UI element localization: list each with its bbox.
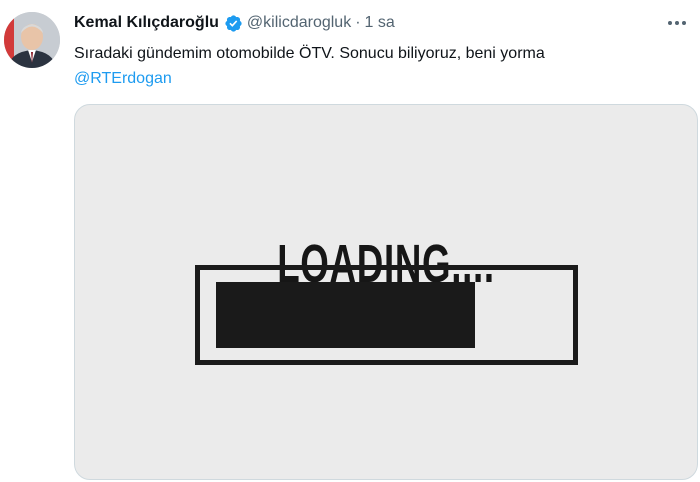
timestamp[interactable]: 1 sa	[365, 12, 395, 34]
more-options-icon[interactable]	[660, 12, 694, 34]
tweet-text: Sıradaki gündemim otomobilde ÖTV. Sonucu…	[74, 41, 684, 91]
mention-link[interactable]: @RTErdogan	[74, 66, 684, 91]
author-handle[interactable]: @kilicdarogluk	[247, 12, 351, 34]
tweet-body: Sıradaki gündemim otomobilde ÖTV. Sonucu…	[74, 45, 545, 62]
progress-bar	[195, 265, 578, 365]
author-name[interactable]: Kemal Kılıçdaroğlu	[74, 12, 219, 34]
avatar-photo	[4, 12, 60, 68]
avatar[interactable]	[4, 12, 60, 68]
verified-badge-icon	[224, 14, 243, 33]
separator-dot: ·	[355, 14, 361, 31]
tweet-media-image[interactable]: LOADING....	[74, 104, 698, 480]
tweet-header: Kemal Kılıçdaroğlu @kilicdarogluk · 1 sa	[74, 12, 395, 34]
progress-bar-fill	[216, 282, 475, 348]
